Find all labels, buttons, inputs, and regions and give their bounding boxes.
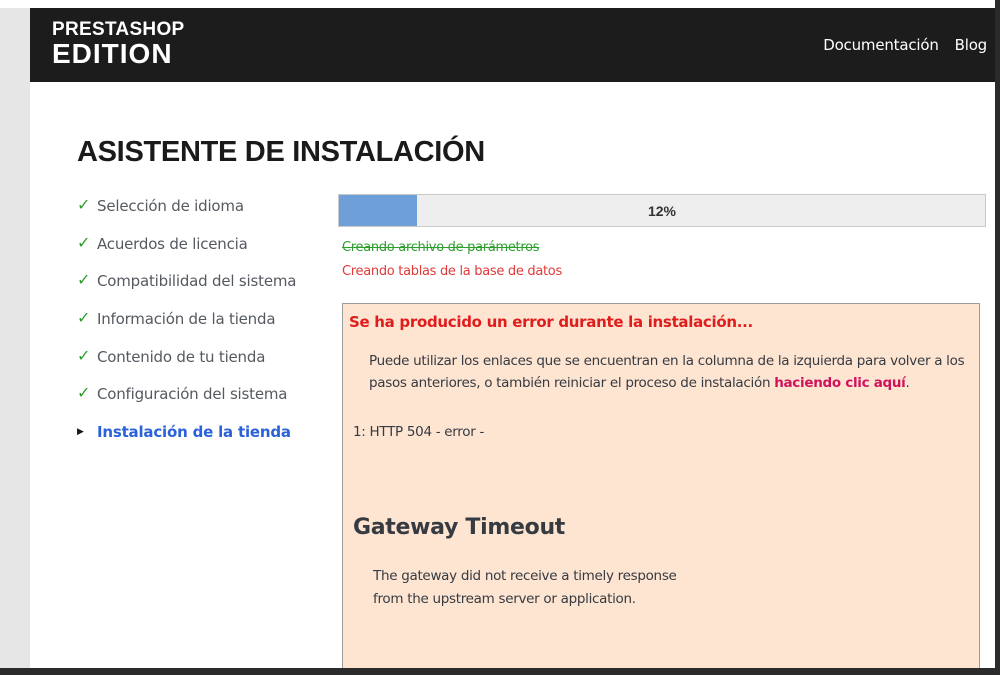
logo-text-line1: PRESTASHOP: [52, 19, 185, 40]
check-icon: ✓: [77, 195, 91, 214]
step-license[interactable]: ✓ Acuerdos de licencia: [77, 232, 296, 272]
step-store-installation: ▶ Instalación de la tienda: [77, 422, 296, 460]
header-nav: Documentación Blog: [823, 36, 987, 54]
install-progress-bar: 12%: [338, 194, 986, 227]
logo-text-line2: EDITION: [52, 38, 173, 69]
log-step-done: Creando archivo de parámetros: [342, 240, 540, 255]
window-top-edge: [0, 0, 1000, 8]
check-icon: ✓: [77, 383, 91, 403]
step-label: Compatibilidad del sistema: [97, 272, 297, 291]
step-label: Información de la tienda: [97, 310, 276, 329]
error-title: Se ha producido un error durante la inst…: [349, 313, 753, 331]
step-store-content[interactable]: ✓ Contenido de tu tienda: [77, 345, 296, 385]
left-gutter: [0, 8, 30, 668]
step-store-info[interactable]: ✓ Información de la tienda: [77, 309, 296, 347]
check-icon: ✓: [77, 345, 91, 365]
step-system-config[interactable]: ✓ Configuración del sistema: [77, 384, 296, 422]
step-compatibility[interactable]: ✓ Compatibilidad del sistema: [77, 271, 296, 309]
error-message-end: .: [905, 375, 910, 391]
step-label: Configuración del sistema: [97, 385, 288, 404]
progress-percent: 12%: [647, 202, 677, 219]
caret-right-icon: ▶: [77, 427, 84, 438]
step-label: Selección de idioma: [97, 197, 244, 215]
step-label: Acuerdos de licencia: [97, 234, 248, 253]
check-icon: ✓: [77, 308, 91, 328]
window-right-edge: [995, 0, 1000, 675]
prestashop-logo[interactable]: PRESTASHOP EDITION: [52, 20, 185, 68]
error-panel: Se ha producido un error durante la inst…: [342, 303, 980, 675]
step-language[interactable]: ✓ Selección de idioma: [77, 196, 296, 234]
window-bottom-edge: [0, 668, 1000, 675]
page-title: ASISTENTE DE INSTALACIÓN: [77, 136, 485, 168]
check-icon: ✓: [77, 270, 91, 290]
gateway-error-body: The gateway did not receive a timely res…: [373, 565, 677, 611]
nav-link-documentation[interactable]: Documentación: [823, 36, 939, 54]
step-label-current: Instalación de la tienda: [97, 423, 291, 442]
restart-install-link[interactable]: haciendo clic aquí: [774, 375, 906, 391]
check-icon: ✓: [77, 232, 91, 252]
nav-link-blog[interactable]: Blog: [955, 36, 988, 54]
site-header: PRESTASHOP EDITION Documentación Blog: [30, 8, 995, 82]
gateway-error-line: from the upstream server or application.: [373, 591, 636, 607]
step-label: Contenido de tu tienda: [97, 347, 266, 366]
gateway-error-heading: Gateway Timeout: [353, 515, 566, 540]
error-code: 1: HTTP 504 - error -: [353, 424, 485, 440]
gateway-error-line: The gateway did not receive a timely res…: [373, 568, 677, 584]
error-message: Puede utilizar los enlaces que se encuen…: [369, 350, 969, 394]
install-steps-list: ✓ Selección de idioma ✓ Acuerdos de lice…: [77, 196, 296, 460]
log-step-active: Creando tablas de la base de datos: [342, 264, 562, 279]
